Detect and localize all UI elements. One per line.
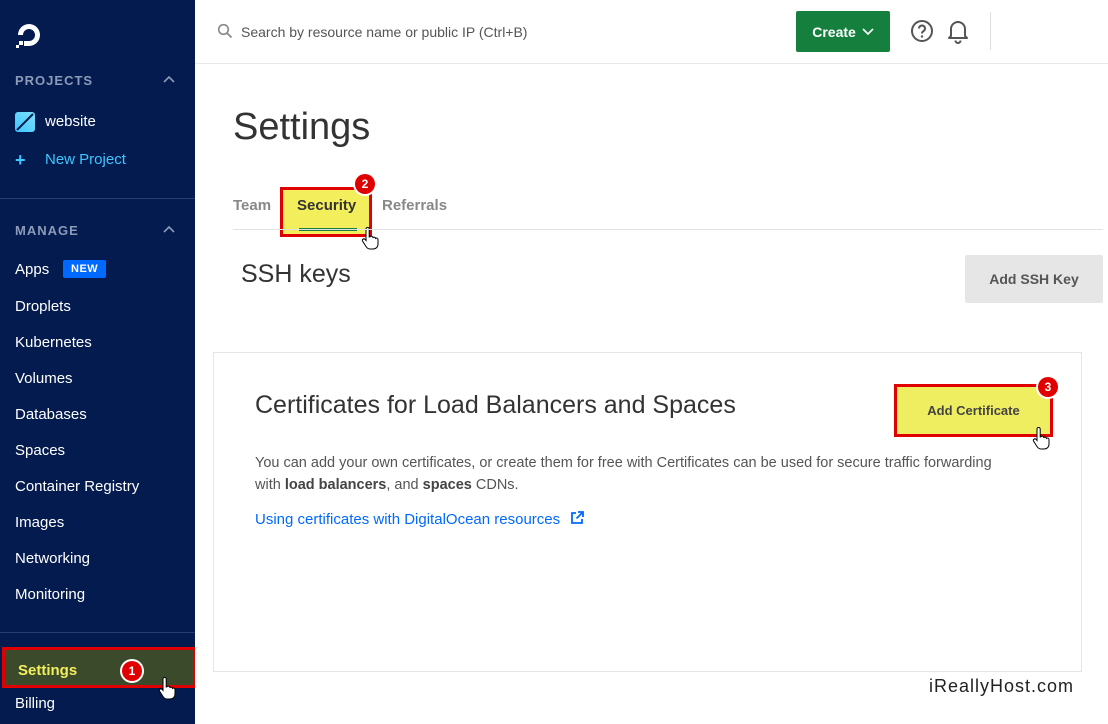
search-input[interactable] bbox=[239, 20, 763, 44]
chevron-up-icon[interactable] bbox=[163, 75, 175, 83]
hand-cursor-icon bbox=[361, 227, 379, 250]
new-badge: NEW bbox=[63, 260, 107, 278]
sidebar-project-website[interactable]: website bbox=[45, 113, 96, 130]
external-link-icon bbox=[571, 511, 585, 524]
sidebar: PROJECTS website + New Project MANAGE Ap… bbox=[0, 0, 195, 724]
watermark: iReallyHost.com bbox=[929, 676, 1075, 696]
sidebar-item-networking[interactable]: Networking bbox=[15, 550, 90, 567]
certificates-card: Certificates for Load Balancers and Spac… bbox=[213, 352, 1082, 672]
ssh-keys-title: SSH keys bbox=[241, 260, 351, 288]
projects-header: PROJECTS bbox=[15, 73, 94, 88]
page-title: Settings bbox=[233, 106, 371, 148]
certificates-docs-link[interactable]: Using certificates with DigitalOcean res… bbox=[255, 511, 585, 528]
sidebar-item-spaces[interactable]: Spaces bbox=[15, 442, 65, 459]
plus-icon: + bbox=[15, 150, 26, 170]
tabs-divider bbox=[233, 229, 1103, 230]
sidebar-item-droplets[interactable]: Droplets bbox=[15, 298, 71, 315]
annotation-badge-2: 2 bbox=[355, 174, 375, 194]
sidebar-item-volumes[interactable]: Volumes bbox=[15, 370, 73, 387]
sidebar-item-apps[interactable]: Apps bbox=[15, 261, 49, 278]
chevron-down-icon bbox=[862, 27, 874, 35]
tab-team[interactable]: Team bbox=[233, 197, 271, 214]
certificates-title: Certificates for Load Balancers and Spac… bbox=[255, 391, 736, 419]
sidebar-item-container-registry[interactable]: Container Registry bbox=[15, 478, 139, 495]
sidebar-item-images[interactable]: Images bbox=[15, 514, 64, 531]
search-icon bbox=[217, 23, 233, 39]
create-button-label: Create bbox=[812, 23, 856, 40]
manage-header: MANAGE bbox=[15, 223, 79, 238]
top-bar: Create bbox=[195, 0, 1108, 64]
tab-referrals[interactable]: Referrals bbox=[382, 197, 447, 214]
annotation-badge-3: 3 bbox=[1038, 377, 1058, 397]
topbar-divider bbox=[990, 12, 991, 50]
project-icon bbox=[15, 112, 35, 132]
sidebar-item-kubernetes[interactable]: Kubernetes bbox=[15, 334, 92, 351]
help-icon[interactable] bbox=[910, 19, 934, 43]
annotation-badge-1: 1 bbox=[122, 661, 142, 681]
add-certificate-button[interactable]: Add Certificate bbox=[894, 384, 1053, 437]
tab-security-label: Security bbox=[297, 197, 357, 214]
sidebar-divider bbox=[0, 632, 195, 633]
sidebar-item-billing[interactable]: Billing bbox=[15, 695, 55, 712]
hand-cursor-icon bbox=[1032, 427, 1050, 450]
desc-bold-load-balancers: load balancers bbox=[284, 477, 387, 493]
hand-cursor-icon bbox=[158, 677, 176, 700]
desc-text: CDNs. bbox=[471, 477, 519, 493]
new-project-link[interactable]: New Project bbox=[45, 151, 126, 168]
digitalocean-logo-icon[interactable] bbox=[14, 20, 44, 50]
desc-bold-spaces: spaces bbox=[422, 477, 472, 493]
sidebar-divider bbox=[0, 198, 195, 199]
add-ssh-key-button[interactable]: Add SSH Key bbox=[965, 255, 1103, 303]
sidebar-item-databases[interactable]: Databases bbox=[15, 406, 87, 423]
create-button[interactable]: Create bbox=[796, 11, 890, 52]
sidebar-item-monitoring[interactable]: Monitoring bbox=[15, 586, 85, 603]
desc-text: , and bbox=[386, 477, 423, 493]
bell-icon[interactable] bbox=[946, 18, 970, 44]
sidebar-item-settings-label: Settings bbox=[18, 662, 78, 679]
certificates-description: You can add your own certificates, or cr… bbox=[255, 452, 1015, 496]
chevron-up-icon[interactable] bbox=[163, 225, 175, 233]
certificates-docs-link-label: Using certificates with DigitalOcean res… bbox=[255, 511, 561, 528]
